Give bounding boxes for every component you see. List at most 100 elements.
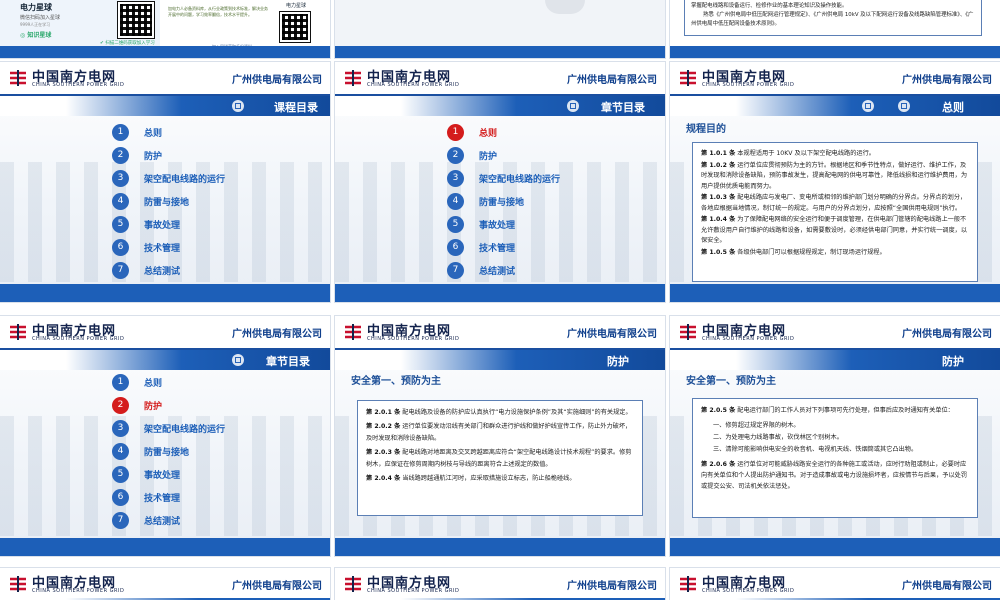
slide-title: 章节目录 — [266, 355, 310, 368]
clause: 第 2.0.2 条 运行单位要发动沿线有关部门和群众进行护线和做好护线宣传工作，… — [366, 422, 632, 443]
csg-logo-icon — [345, 70, 361, 86]
logo-en: CHINA SOUTHERN POWER GRID — [367, 336, 460, 342]
promo-text: 加电力人必备资料库，从行业政策到技术标准，解决业务开展中的问题，学习效率翻倍，技… — [168, 6, 268, 17]
objective-line-2: 熟悉《广州供电局中低压配网运行管理规定》、《广州供电局 10kV 及以下配网运行… — [691, 12, 974, 27]
logo-en: CHINA SOUTHERN POWER GRID — [32, 588, 125, 594]
title-bar: 课程目录 — [0, 96, 330, 116]
slide-title: 防护 — [942, 355, 964, 368]
mascot-image — [545, 0, 585, 14]
slide-header: 中国南方电网 CHINA SOUTHERN POWER GRID 广州供电局有限… — [0, 62, 330, 96]
company-name: 广州供电局有限公司 — [567, 75, 657, 86]
slide-title: 章节目录 — [601, 101, 645, 114]
objective-line-1: 掌握配电线路和设备运行、检修作业的基本理论知识及操作技能。 — [691, 3, 848, 9]
csg-logo-icon — [345, 324, 361, 340]
footer-bar — [0, 284, 330, 302]
clause-box: 第 2.0.1 条 配电线路及设备的防护应认真执行“电力设施保护条例”及其“实施… — [357, 400, 643, 516]
clause: 第 2.0.5 条 配电运行部门的工作人员对下列事项可先行处理，但事后应及时通知… — [701, 407, 954, 414]
slide-header: 中国南方电网 CHINA SOUTHERN POWER GRID 广州供电局有限… — [670, 316, 1000, 350]
clause: 第 2.0.1 条 配电线路及设备的防护应认真执行“电力设施保护条例”及其“实施… — [366, 409, 632, 416]
slide-chapter-toc-2: 中国南方电网 CHINA SOUTHERN POWER GRID 广州供电局有限… — [0, 316, 330, 556]
slide-chapter-toc-1: 中国南方电网 CHINA SOUTHERN POWER GRID 广州供电局有限… — [335, 62, 665, 302]
title-bar: 章节目录 — [335, 96, 665, 116]
logo-en: CHINA SOUTHERN POWER GRID — [367, 82, 460, 88]
footer-bar — [0, 538, 330, 556]
zsxq-badge: ◎ 知识星球 — [20, 32, 52, 39]
top-slide-left: 电力星球 微信扫码加入星球 9999人正在学习 ◎ 知识星球 加电力人必备资料库… — [0, 0, 330, 58]
company-name: 广州供电局有限公司 — [567, 329, 657, 340]
book-icon — [232, 354, 244, 366]
section-heading: 安全第一、预防为主 — [351, 376, 441, 387]
company-name: 广州供电局有限公司 — [902, 581, 992, 592]
logo-en: CHINA SOUTHERN POWER GRID — [367, 588, 460, 594]
clause: 第 2.0.3 条 配电线路对地距离及交叉跨越距离应符合“架空配电线路设计技术规… — [366, 448, 632, 469]
section-heading: 安全第一、预防为主 — [686, 376, 776, 387]
list-item: 三、清除可能影响供电安全的收音机、电视机天线、铁烟筒或其它凸出物。 — [713, 446, 918, 453]
company-name: 广州供电局有限公司 — [567, 581, 657, 592]
clause: 第 1.0.4 条 为了保障配电网络的安全运行和便于调度管理，在供电部门管辖的配… — [701, 216, 968, 244]
slide-header: 中国南方电网 CHINA SOUTHERN POWER GRID 广州供电局有限… — [670, 62, 1000, 96]
csg-logo-icon — [680, 70, 696, 86]
slide-title: 课程目录 — [274, 101, 318, 114]
company-name: 广州供电局有限公司 — [232, 329, 322, 340]
chevron-icon — [898, 100, 910, 112]
slide-title: 防护 — [607, 355, 629, 368]
clause-box: 第 1.0.1 条 本规程适用于 10KV 及以下架空配电线路的运行。 第 1.… — [692, 142, 978, 282]
csg-logo-icon — [345, 576, 361, 592]
planet-title: 电力星球 — [20, 3, 52, 12]
logo-en: CHINA SOUTHERN POWER GRID — [32, 82, 125, 88]
clause: 第 1.0.3 条 配电线路应与发电厂、变电所或相邻的维护部门划分明确的分界点。… — [701, 194, 967, 212]
list-item: 一、修剪超过规定界限的树木。 — [713, 422, 800, 429]
section-heading: 规程目的 — [686, 124, 726, 135]
company-name: 广州供电局有限公司 — [232, 75, 322, 86]
planet-sub: 微信扫码加入星球 — [20, 15, 61, 21]
logo-en: CHINA SOUTHERN POWER GRID — [702, 82, 795, 88]
company-name: 广州供电局有限公司 — [902, 75, 992, 86]
slide-header: 中国南方电网 CHINA SOUTHERN POWER GRID 广州供电局有限… — [0, 316, 330, 350]
slide-header: 中国南方电网 CHINA SOUTHERN POWER GRID 广州供电局有限… — [335, 316, 665, 350]
right-card-title: 电力星球 — [286, 3, 307, 9]
clause: 第 2.0.4 条 当线路跨越通航江河时，应采取措施设立标志，防止船桅碰线。 — [366, 474, 576, 482]
title-bar: 总则 — [670, 96, 1000, 116]
footer-bar — [670, 284, 1000, 302]
csg-logo-icon — [680, 324, 696, 340]
objective-box: 掌握配电线路和设备运行、检修作业的基本理论知识及操作技能。 熟悉《广州供电局中低… — [684, 0, 982, 36]
logo-en: CHINA SOUTHERN POWER GRID — [702, 588, 795, 594]
footer-bar — [335, 46, 665, 58]
csg-logo-icon — [10, 324, 26, 340]
slide-header: 中国南方电网 CHINA SOUTHERN POWER GRID 广州供电局有限… — [335, 568, 665, 600]
title-bar: 防护 — [670, 350, 1000, 370]
footer-bar — [670, 46, 1000, 58]
company-name: 广州供电局有限公司 — [232, 581, 322, 592]
clause: 第 1.0.1 条 本规程适用于 10KV 及以下架空配电线路的运行。 — [701, 150, 875, 157]
slide-header: 中国南方电网 CHINA SOUTHERN POWER GRID 广州供电局有限… — [335, 62, 665, 96]
slide-row3-right: 中国南方电网 CHINA SOUTHERN POWER GRID 广州供电局有限… — [670, 568, 1000, 600]
clause-box: 第 2.0.5 条 配电运行部门的工作人员对下列事项可先行处理，但事后应及时通知… — [692, 398, 978, 518]
clause: 第 1.0.2 条 运行单位应贯彻预防为主的方针。根据地区和季节性特点，做好运行… — [701, 161, 968, 190]
logo-en: CHINA SOUTHERN POWER GRID — [32, 336, 125, 342]
slide-protection-2: 中国南方电网 CHINA SOUTHERN POWER GRID 广州供电局有限… — [670, 316, 1000, 556]
footer-bar — [335, 538, 665, 556]
csg-logo-icon — [680, 576, 696, 592]
book-icon — [567, 100, 579, 112]
csg-logo-icon — [10, 576, 26, 592]
footer-bar — [670, 538, 1000, 556]
company-name: 广州供电局有限公司 — [902, 329, 992, 340]
slide-general: 中国南方电网 CHINA SOUTHERN POWER GRID 广州供电局有限… — [670, 62, 1000, 302]
book-icon — [232, 100, 244, 112]
slide-row3-left: 中国南方电网 CHINA SOUTHERN POWER GRID 广州供电局有限… — [0, 568, 330, 600]
slide-header: 中国南方电网 CHINA SOUTHERN POWER GRID 广州供电局有限… — [0, 568, 330, 600]
slide-title: 总则 — [942, 101, 964, 114]
top-slide-middle — [335, 0, 665, 58]
qr-code-icon-2 — [279, 11, 311, 43]
chevron-icon — [862, 100, 874, 112]
qr-code-icon — [117, 1, 155, 39]
top-slide-right: 掌握配电线路和设备运行、检修作业的基本理论知识及操作技能。 熟悉《广州供电局中低… — [670, 0, 1000, 58]
title-bar: 防护 — [335, 350, 665, 370]
list-item: 二、为处理电力线路事故，砍伐林区个别树木。 — [713, 434, 843, 441]
title-bar: 章节目录 — [0, 350, 330, 370]
csg-logo-icon — [10, 70, 26, 86]
slide-course-toc: 中国南方电网 CHINA SOUTHERN POWER GRID 广州供电局有限… — [0, 62, 330, 302]
footer-bar — [0, 46, 330, 58]
slide-row3-middle: 中国南方电网 CHINA SOUTHERN POWER GRID 广州供电局有限… — [335, 568, 665, 600]
planet-count: 9999人正在学习 — [20, 22, 51, 27]
